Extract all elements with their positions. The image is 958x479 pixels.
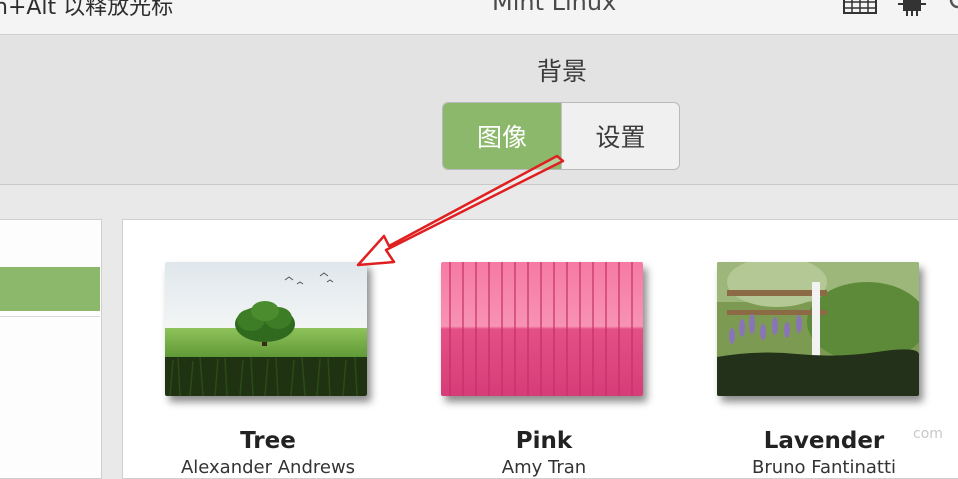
vm-title: Mint Linux — [492, 0, 617, 16]
wallpaper-thumbnail[interactable] — [717, 262, 919, 396]
tab-settings[interactable]: 设置 — [561, 103, 679, 169]
status-icon[interactable] — [948, 0, 958, 20]
release-cursor-hint: n+Alt 以释放光标 — [0, 0, 174, 20]
wallpaper-author: Amy Tran — [501, 457, 587, 478]
tab-images[interactable]: 图像 — [443, 103, 561, 169]
wallpaper-name: Lavender — [763, 428, 885, 454]
wallpaper-thumbnail[interactable] — [165, 262, 367, 396]
sidebar-item-selected[interactable] — [0, 267, 100, 311]
cpu-chip-icon[interactable] — [898, 0, 926, 20]
wallpaper-thumbnail[interactable] — [441, 262, 643, 396]
wallpaper-name: Tree — [240, 428, 296, 454]
wallpaper-name: Pink — [515, 428, 573, 454]
folder-sidebar — [0, 219, 102, 479]
content-area: Tree Alexander Andrews Pink Amy Tran Lav… — [0, 185, 958, 479]
wallpaper-author: Alexander Andrews — [180, 457, 356, 478]
wallpaper-grid: Tree Alexander Andrews Pink Amy Tran Lav… — [122, 219, 958, 479]
watermark: com — [913, 426, 943, 442]
settings-headerbar: 背景 图像 设置 — [0, 35, 958, 185]
vm-host-titlebar: n+Alt 以释放光标 Mint Linux — [0, 0, 958, 35]
view-switcher: 图像 设置 — [442, 102, 680, 170]
window-title: 背景 — [536, 57, 587, 86]
keyboard-icon[interactable] — [843, 0, 877, 20]
wallpaper-author: Bruno Fantinatti — [751, 457, 897, 478]
sidebar-divider — [0, 316, 100, 317]
